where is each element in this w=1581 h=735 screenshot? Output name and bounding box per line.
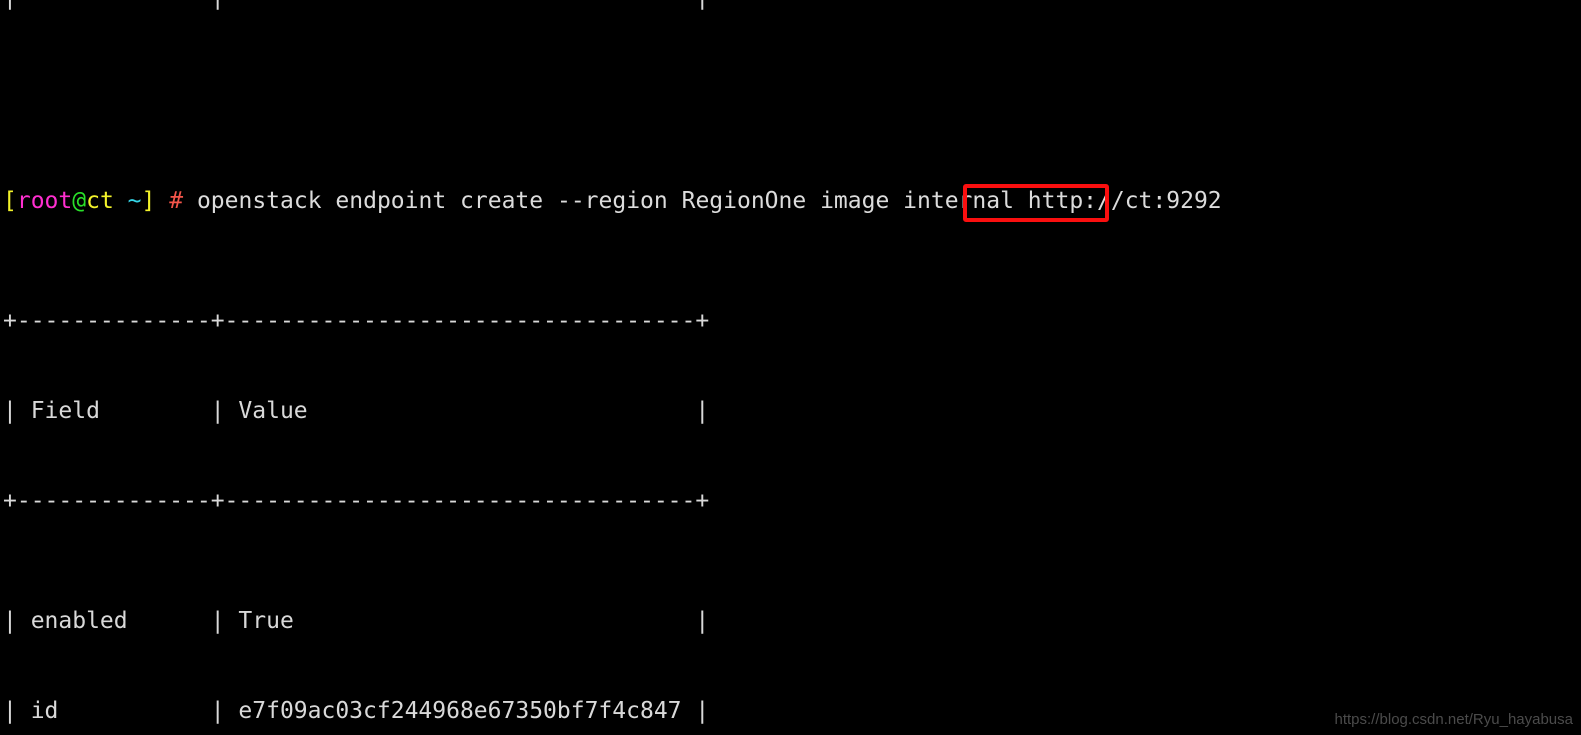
table-row: | enabled | True | <box>3 608 710 634</box>
prompt-space-1 <box>155 188 169 214</box>
terminal-screen[interactable]: | | | [root@ct ~] # openstack endpoint c… <box>3 0 1578 735</box>
command-highlighted-arg-1: internal <box>903 188 1014 214</box>
prompt-open-bracket: [ <box>3 188 17 214</box>
prompt-user: root <box>16 188 73 214</box>
table-1-top-border: +--------------+------------------------… <box>3 308 710 334</box>
table-1-header-border: +--------------+------------------------… <box>3 488 710 514</box>
command-text-after-1: http://ct:9292 <box>1013 188 1222 214</box>
watermark-url: https://blog.csdn.net/Ryu_hayabusa <box>1334 711 1574 728</box>
prompt-cwd-tilde: ~ <box>113 188 142 214</box>
prompt-host: ct <box>86 188 114 214</box>
prompt-hash: # <box>169 188 184 214</box>
command-line-1[interactable]: [root@ct ~] # openstack endpoint create … <box>3 184 1578 222</box>
prompt-at-sign: @ <box>72 188 87 214</box>
terminal-window[interactable]: | | | [root@ct ~] # openstack endpoint c… <box>0 0 1581 735</box>
prompt-close-bracket: ] <box>141 188 156 214</box>
table-1-header-row: | Field | Value | <box>3 398 710 424</box>
command-text-before-1: openstack endpoint create --region Regio… <box>183 188 904 214</box>
scrollback-partial-line: | | | <box>3 0 1581 12</box>
